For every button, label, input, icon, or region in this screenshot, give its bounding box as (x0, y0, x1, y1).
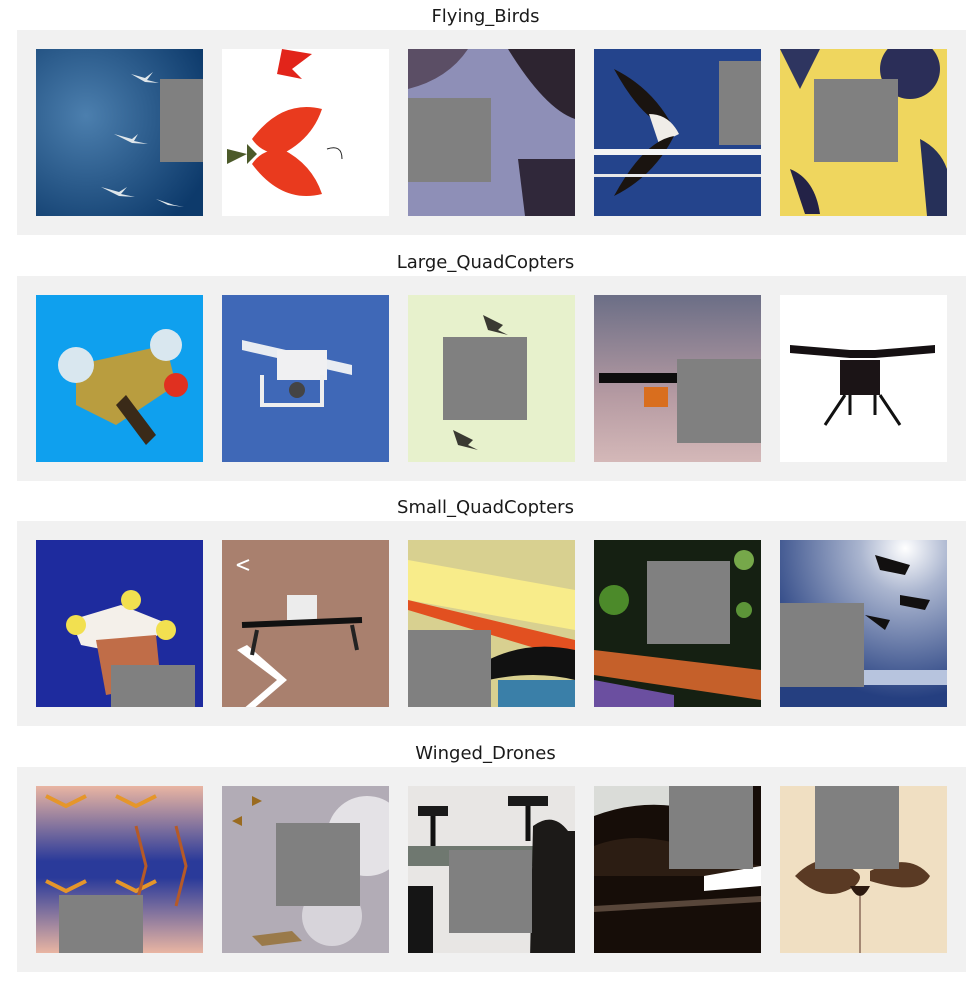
drone-over-tarmac-image (222, 540, 389, 707)
image-tile (36, 540, 203, 707)
image-tile (36, 786, 203, 953)
drones-blue-sun-image (780, 540, 947, 707)
yellow-drone-blue-sky-image (36, 295, 203, 462)
image-tile (780, 786, 947, 953)
image-tile (780, 540, 947, 707)
dark-birds-sky-image (408, 49, 575, 216)
image-tile (222, 786, 389, 953)
small-drones-pale-sky-image (408, 295, 575, 462)
image-tile (408, 49, 575, 216)
winged-drones-mirrored-gradient-image (36, 786, 203, 953)
white-drone-blue-sky-image (222, 295, 389, 462)
black-octocopter-white-image (780, 295, 947, 462)
image-tile (222, 540, 389, 707)
image-tile (780, 295, 947, 462)
image-tile (222, 49, 389, 216)
section-title-flying-birds: Flying_Birds (431, 6, 540, 27)
image-tile (36, 49, 203, 216)
birds-yellow-background-image (780, 49, 947, 216)
drones-sunset-mirrored-image (408, 540, 575, 707)
drones-dark-bokeh-image (594, 540, 761, 707)
image-tile (594, 49, 761, 216)
image-tile (594, 295, 761, 462)
section-title-winged-drones: Winged_Drones (415, 743, 556, 764)
winged-drone-grey-sky-image (222, 786, 389, 953)
drone-package-dusk-image (594, 295, 761, 462)
section-title-small-quadcopters: Small_QuadCopters (397, 497, 574, 518)
image-tile (408, 295, 575, 462)
winged-drone-pale-background-image (780, 786, 947, 953)
image-tile (594, 540, 761, 707)
birds-blue-sky-image (36, 49, 203, 216)
dark-lake-mirrored-image (594, 786, 761, 953)
person-with-drone-image (408, 786, 575, 953)
section-title-large-quadcopters: Large_QuadCopters (396, 252, 575, 273)
red-bird-mirrored-image (222, 49, 389, 216)
image-tile (408, 786, 575, 953)
image-tile (36, 295, 203, 462)
white-drone-deep-blue-image (36, 540, 203, 707)
image-tile (222, 295, 389, 462)
image-tile (780, 49, 947, 216)
image-tile (594, 786, 761, 953)
eagles-mirrored-image (594, 49, 761, 216)
image-tile (408, 540, 575, 707)
